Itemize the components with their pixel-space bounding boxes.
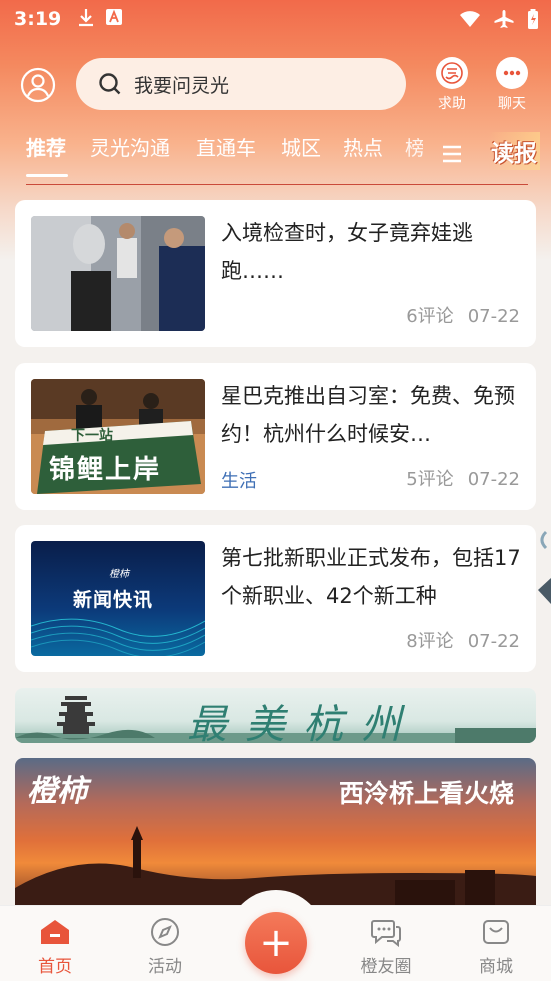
tab-lingguang[interactable]: 灵光沟通	[90, 132, 170, 161]
news-card[interactable]: 橙柿 新闻快讯 第七批新职业正式发布，包括17个新职业、42个新工种 8评论 07…	[15, 525, 536, 672]
menu-icon	[443, 145, 461, 163]
news-title: 星巴克推出自习室：免费、免预约！杭州什么时候安…	[221, 384, 515, 446]
floating-widget[interactable]	[532, 530, 551, 620]
promo-logo: 橙柿	[27, 774, 87, 809]
header-row: 我要问灵光 求助 聊天	[0, 55, 551, 113]
news-title: 入境检查时，女子竟弃娃逃跑……	[221, 221, 473, 283]
nav-home[interactable]: 首页	[20, 916, 90, 977]
battery-icon	[527, 9, 539, 33]
home-icon	[20, 916, 90, 948]
nav-activity-label: 活动	[148, 957, 182, 977]
news-card[interactable]: 入境检查时，女子竟弃娃逃跑…… 6评论 07-22	[15, 200, 536, 347]
tab-hot[interactable]: 热点	[343, 132, 383, 161]
news-date: 07-22	[467, 631, 520, 652]
thumbnail-sign-main: 锦鲤上岸	[49, 455, 162, 485]
news-thumbnail: 下一站 锦鲤上岸	[31, 379, 205, 494]
category-tabs: 推荐 灵光沟通 直通车 城区 热点 榜	[0, 132, 551, 177]
app-notification-icon	[105, 8, 123, 30]
status-time: 3:19	[14, 8, 62, 30]
chat-bubbles-icon	[351, 916, 421, 948]
download-icon	[77, 7, 95, 31]
banner-text: 最美杭州	[187, 702, 419, 743]
tab-district[interactable]: 城区	[281, 132, 321, 161]
tabs-divider	[26, 184, 528, 185]
newspaper-button[interactable]: 读报	[488, 132, 540, 170]
profile-button[interactable]	[20, 67, 56, 103]
help-label: 求助	[438, 96, 466, 112]
nav-friends-label: 橙友圈	[360, 957, 412, 977]
nav-home-label: 首页	[38, 957, 72, 977]
search-placeholder: 我要问灵光	[134, 74, 230, 97]
news-thumbnail: 橙柿 新闻快讯	[31, 541, 205, 656]
chat-icon	[496, 57, 528, 89]
shopping-bag-icon	[461, 916, 531, 948]
news-date: 07-22	[467, 469, 520, 490]
tab-menu-button[interactable]	[441, 144, 463, 168]
comment-count: 8评论	[406, 631, 454, 652]
compass-icon	[130, 916, 200, 948]
active-tab-indicator	[26, 174, 68, 177]
tab-ranking[interactable]: 榜	[405, 132, 423, 161]
thumbnail-logo: 橙柿	[109, 569, 129, 580]
help-button[interactable]: 求助	[427, 57, 477, 113]
news-card[interactable]: 下一站 锦鲤上岸 星巴克推出自习室：免费、免预约！杭州什么时候安… 生活 5评论…	[15, 363, 536, 510]
comment-count: 5评论	[406, 469, 454, 490]
news-category-tag[interactable]: 生活	[221, 467, 257, 493]
thumbnail-sign-top: 下一站	[71, 428, 113, 444]
user-icon	[20, 67, 56, 103]
nav-mall-label: 商城	[479, 957, 513, 977]
news-title: 第七批新职业正式发布，包括17个新职业、42个新工种	[221, 546, 521, 608]
status-bar: 3:19	[0, 0, 551, 38]
wifi-icon	[459, 10, 481, 32]
nav-mall[interactable]: 商城	[461, 916, 531, 977]
search-bar[interactable]: 我要问灵光	[76, 58, 406, 110]
news-meta: 6评论 07-22	[406, 302, 520, 328]
chat-label: 聊天	[498, 96, 526, 112]
thumbnail-label: 新闻快讯	[73, 589, 154, 611]
news-thumbnail	[31, 216, 205, 331]
comment-count: 6评论	[406, 306, 454, 327]
hangzhou-banner[interactable]: 最美杭州	[15, 688, 536, 743]
tab-recommend[interactable]: 推荐	[26, 132, 66, 161]
chat-button[interactable]: 聊天	[487, 57, 537, 113]
promo-card[interactable]: 橙柿 西泠桥上看火烧	[15, 758, 536, 908]
promo-title: 西泠桥上看火烧	[338, 779, 514, 808]
nav-friends[interactable]: 橙友圈	[351, 916, 421, 977]
tab-express[interactable]: 直通车	[196, 132, 256, 161]
news-meta: 5评论 07-22	[406, 465, 520, 491]
help-icon	[436, 57, 468, 89]
search-icon	[99, 73, 121, 95]
publish-button[interactable]: +	[245, 912, 307, 974]
nav-activity[interactable]: 活动	[130, 916, 200, 977]
news-meta: 8评论 07-22	[406, 627, 520, 653]
news-date: 07-22	[467, 306, 520, 327]
airplane-icon	[493, 9, 515, 33]
